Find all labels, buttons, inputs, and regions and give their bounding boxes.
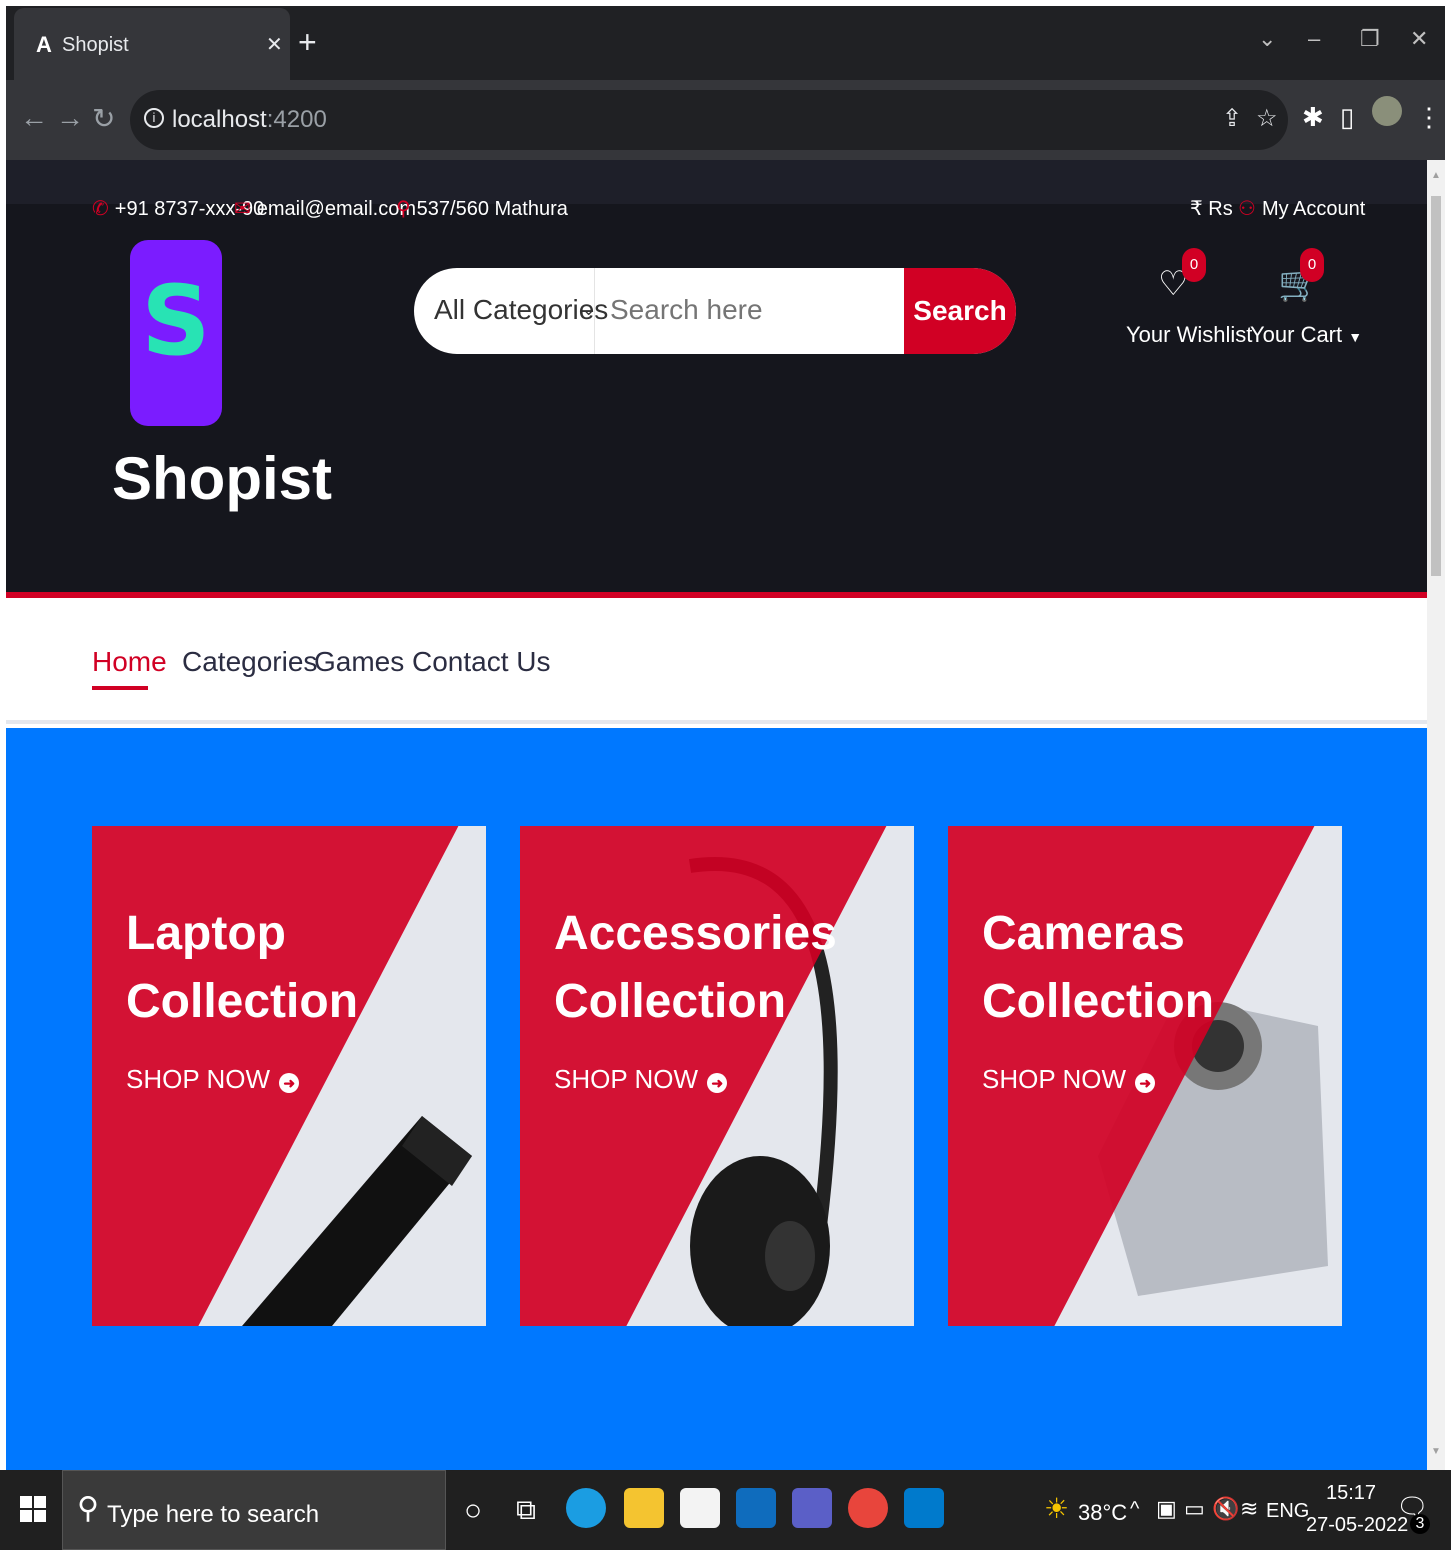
search-form: All Categories ⌄ Search <box>414 268 1016 354</box>
new-tab-button[interactable]: + <box>298 24 317 61</box>
task-view-icon[interactable]: ⧉ <box>516 1494 536 1527</box>
taskbar-search-text: Type here to search <box>107 1501 320 1528</box>
chevron-up-icon[interactable]: ^ <box>1130 1498 1139 1521</box>
card-title: Accessories Collection <box>554 907 837 1028</box>
header-address[interactable]: ⚲ 537/560 Mathura <box>396 196 568 221</box>
logo-text[interactable]: Shopist <box>112 444 332 513</box>
taskbar-search[interactable]: ⚲ Type here to search <box>62 1470 446 1550</box>
search-divider <box>594 268 595 354</box>
battery-icon[interactable]: ▭ <box>1184 1496 1205 1522</box>
close-tab-icon[interactable]: ✕ <box>266 32 283 57</box>
mail-icon[interactable] <box>736 1488 776 1528</box>
header-email[interactable]: ✉ email@email.com <box>234 196 416 221</box>
windows-start-icon[interactable] <box>20 1496 46 1522</box>
nav-contact-us[interactable]: Contact Us <box>412 646 551 678</box>
wishlist-link[interactable]: Your Wishlist <box>1126 322 1252 348</box>
file-explorer-icon[interactable] <box>624 1488 664 1528</box>
notification-count: 3 <box>1410 1514 1430 1534</box>
shop-now-link[interactable]: SHOP NOW ➜ <box>126 1064 300 1095</box>
main-nav: Home Categories Games Contact Us <box>6 598 1427 724</box>
cart-link[interactable]: Your Cart ▼ <box>1250 322 1362 348</box>
minimize-button[interactable]: – <box>1308 26 1320 52</box>
my-account-link[interactable]: ⚇ My Account <box>1238 196 1365 221</box>
caret-down-icon: ▼ <box>1348 329 1363 345</box>
clock-date[interactable]: 27-05-2022 <box>1306 1514 1408 1537</box>
wishlist-count-badge: 0 <box>1182 248 1206 282</box>
logo-badge[interactable]: S <box>130 240 222 426</box>
angular-favicon-icon: A <box>36 32 52 57</box>
scroll-up-icon[interactable]: ▲ <box>1431 170 1441 181</box>
card-title: Cameras Collection <box>982 907 1215 1028</box>
tab-search-icon[interactable]: ⌄ <box>1258 26 1276 52</box>
weather-icon[interactable]: ☀ <box>1044 1492 1069 1525</box>
shop-now-link[interactable]: SHOP NOW ➜ <box>554 1064 728 1095</box>
map-marker-icon: ⚲ <box>396 198 411 220</box>
arrow-circle-right-icon: ➜ <box>1135 1073 1156 1093</box>
cart-count-badge: 0 <box>1300 248 1324 282</box>
accessories-collection-card[interactable]: Accessories Collection SHOP NOW ➜ <box>520 826 914 1326</box>
nav-games[interactable]: Games <box>314 646 404 678</box>
currency-selector[interactable]: ₹ Rs <box>1190 196 1233 221</box>
arrow-circle-right-icon: ➜ <box>707 1073 728 1093</box>
search-button[interactable]: Search <box>904 268 1016 354</box>
windows-taskbar: ⚲ Type here to search ○ ⧉ ☀ 38°C ^ ▣ ▭ 🔇… <box>0 1470 1451 1550</box>
share-icon[interactable]: ⇪ <box>1222 104 1242 133</box>
browser-tab-strip: A Shopist ✕ + ⌄ – ❐ ✕ <box>6 6 1445 80</box>
close-window-button[interactable]: ✕ <box>1410 26 1428 52</box>
cameras-collection-card[interactable]: Cameras Collection SHOP NOW ➜ <box>948 826 1342 1326</box>
search-input[interactable] <box>610 294 900 326</box>
envelope-icon: ✉ <box>234 198 251 220</box>
wifi-icon[interactable]: ≋ <box>1240 1496 1258 1522</box>
card-title: Laptop Collection <box>126 907 359 1028</box>
phone-icon: ✆ <box>92 198 109 220</box>
speaker-muted-icon[interactable]: 🔇 <box>1212 1496 1239 1522</box>
browser-tab[interactable]: A Shopist ✕ <box>14 8 290 80</box>
side-panel-icon[interactable]: ▯ <box>1340 102 1354 133</box>
laptop-collection-card[interactable]: Laptop Collection SHOP NOW ➜ <box>92 826 486 1326</box>
temperature[interactable]: 38°C <box>1078 1500 1127 1526</box>
chrome-menu-icon[interactable]: ⋮ <box>1416 102 1442 133</box>
meet-now-icon[interactable]: ▣ <box>1156 1496 1177 1522</box>
forward-icon[interactable]: → <box>56 102 84 134</box>
bookmark-star-icon[interactable]: ☆ <box>1256 104 1278 133</box>
shop-now-link[interactable]: SHOP NOW ➜ <box>982 1064 1156 1095</box>
nav-categories[interactable]: Categories <box>182 646 317 678</box>
nav-home[interactable]: Home <box>92 646 167 678</box>
reload-icon[interactable]: ↻ <box>92 102 115 135</box>
scroll-down-icon[interactable]: ▼ <box>1431 1446 1441 1457</box>
info-icon[interactable]: i <box>144 108 164 128</box>
back-icon[interactable]: ← <box>20 102 48 134</box>
browser-toolbar: ← → ↻ i localhost:4200 ⇪ ☆ ✱ ▯ ⋮ <box>6 80 1445 160</box>
arrow-circle-right-icon: ➜ <box>279 1073 300 1093</box>
scroll-thumb[interactable] <box>1431 196 1441 576</box>
microsoft-store-icon[interactable] <box>680 1488 720 1528</box>
logo-letter: S <box>141 265 211 377</box>
page-scrollbar[interactable]: ▲ ▼ <box>1427 160 1445 1470</box>
vscode-icon[interactable] <box>904 1488 944 1528</box>
language-indicator[interactable]: ENG <box>1266 1500 1309 1523</box>
extensions-puzzle-icon[interactable]: ✱ <box>1302 102 1324 133</box>
collections-section: Laptop Collection SHOP NOW ➜ Accessories C… <box>6 728 1427 1470</box>
site-header: ✆ +91 8737-xxx-90 ✉ email@email.com ⚲ 537/5… <box>6 160 1427 598</box>
search-icon: ⚲ <box>77 1492 99 1525</box>
cortana-icon[interactable]: ○ <box>464 1494 482 1528</box>
url-text[interactable]: localhost:4200 <box>172 106 327 134</box>
profile-avatar[interactable] <box>1372 96 1402 126</box>
active-nav-underline <box>92 686 148 690</box>
page-viewport: ✆ +91 8737-xxx-90 ✉ email@email.com ⚲ 537/5… <box>6 160 1427 1470</box>
teams-icon[interactable] <box>792 1488 832 1528</box>
restore-button[interactable]: ❐ <box>1360 26 1380 52</box>
address-bar[interactable]: i localhost:4200 ⇪ ☆ <box>130 90 1288 150</box>
edge-icon[interactable] <box>566 1488 606 1528</box>
user-icon: ⚇ <box>1238 198 1256 220</box>
clock-time[interactable]: 15:17 <box>1326 1482 1376 1505</box>
chrome-icon[interactable] <box>848 1488 888 1528</box>
tab-title: Shopist <box>62 34 129 56</box>
